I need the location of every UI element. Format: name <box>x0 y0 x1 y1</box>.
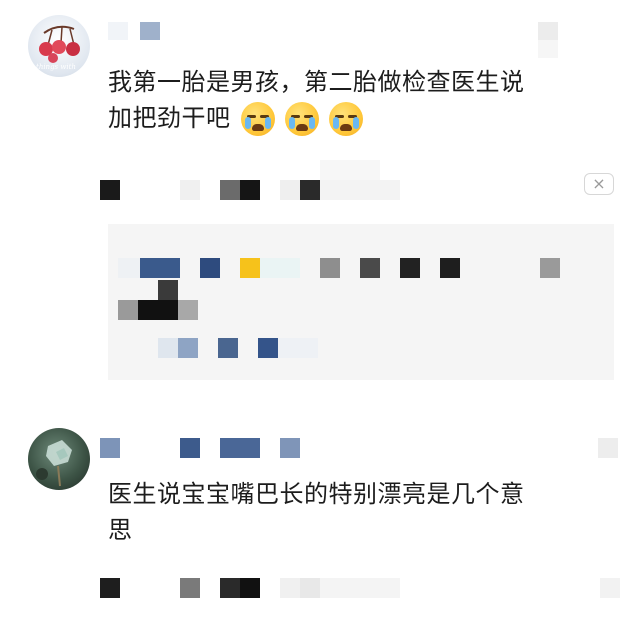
more-options-mosaic[interactable] <box>538 22 558 40</box>
more-options-mosaic[interactable] <box>598 438 618 458</box>
close-icon: × <box>592 174 606 193</box>
loudly-crying-face-emoji <box>328 102 363 136</box>
avatar[interactable] <box>28 428 90 490</box>
close-button[interactable]: × <box>584 173 614 195</box>
comment-text: 我第一胎是男孩，第二胎做检查医生说 加把劲干吧 <box>108 64 618 136</box>
plant-photo-icon <box>36 440 72 487</box>
comment-text-line: 思 <box>108 516 133 544</box>
avatar-caption: things with <box>36 63 76 71</box>
reply-preview[interactable] <box>108 224 614 380</box>
comment-text-line: 医生说宝宝嘴巴长的特别漂亮是几个意 <box>108 480 525 508</box>
loudly-crying-face-emoji <box>240 102 275 136</box>
comment-text-line: 加把劲干吧 <box>108 100 618 136</box>
comment-text: 医生说宝宝嘴巴长的特别漂亮是几个意 思 <box>108 476 618 548</box>
comment-text-line: 我第一胎是男孩，第二胎做检查医生说 <box>108 68 525 96</box>
loudly-crying-face-emoji <box>284 102 319 136</box>
avatar[interactable]: things with <box>28 15 90 77</box>
